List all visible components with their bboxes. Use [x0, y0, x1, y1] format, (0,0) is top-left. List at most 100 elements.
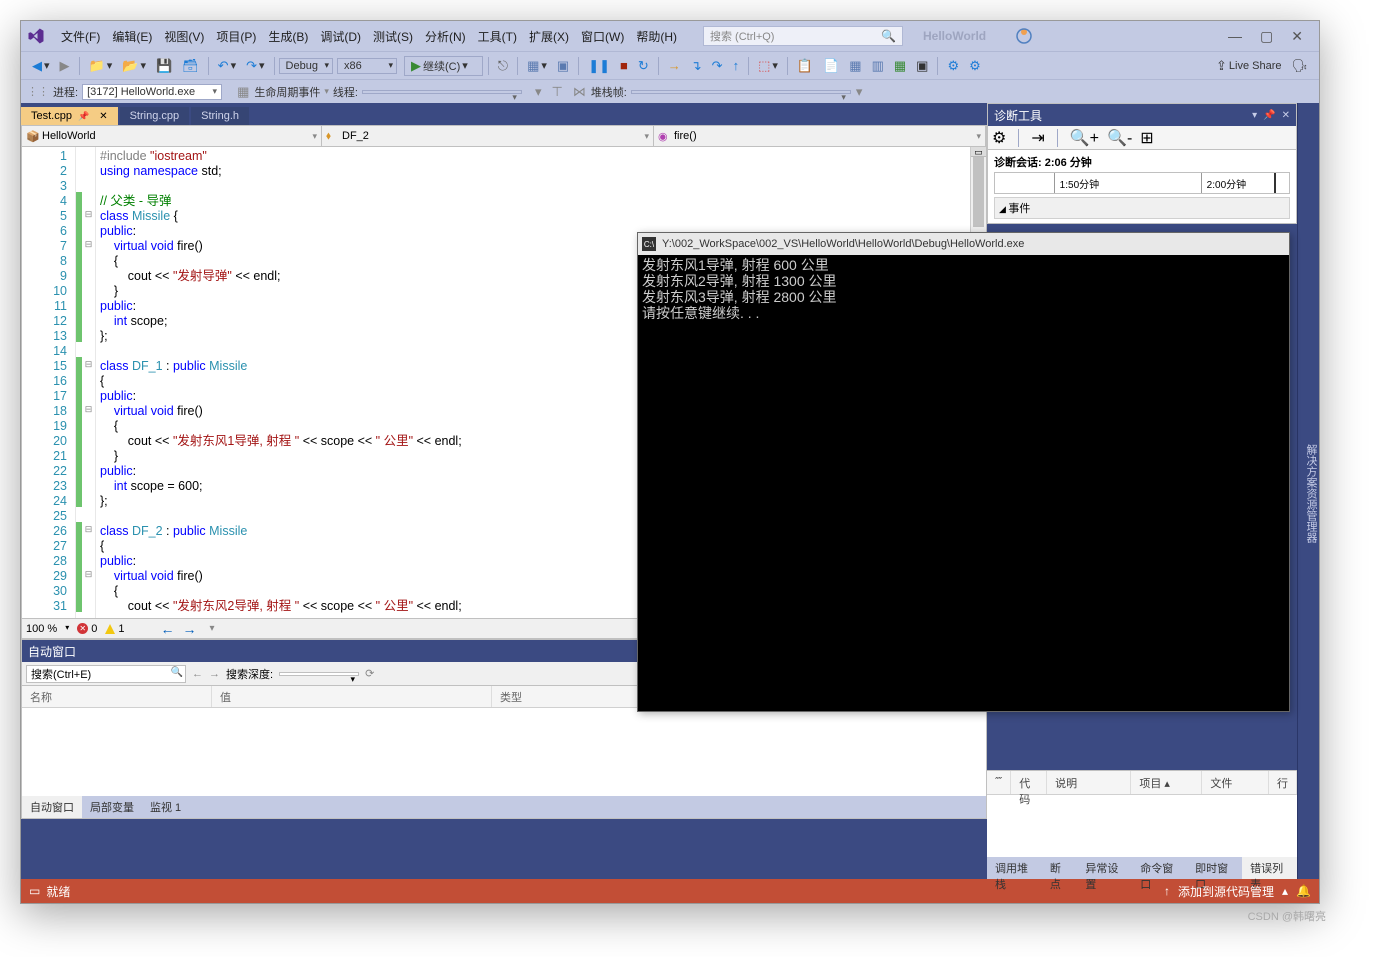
nav-back-button[interactable]: ◀▾	[28, 56, 54, 76]
misc-button-5[interactable]: ▦	[890, 56, 910, 76]
el-col-code[interactable]: 代码	[1011, 771, 1047, 794]
tab-watch1[interactable]: 监视 1	[142, 796, 189, 818]
class-dropdown[interactable]: ⬧DF_2	[322, 126, 654, 146]
source-control-chevron-icon[interactable]: ▴	[1282, 884, 1288, 898]
tab-locals[interactable]: 局部变量	[82, 796, 142, 818]
source-control-button[interactable]: 添加到源代码管理	[1178, 883, 1274, 900]
menu-extensions[interactable]: 扩展(X)	[523, 25, 575, 48]
el-col-proj[interactable]: 项目 ▴	[1131, 771, 1202, 794]
depth-dropdown[interactable]	[279, 672, 359, 676]
undo-button[interactable]: ↶▾	[214, 56, 240, 76]
continue-button[interactable]: ▶继续(C) ▾	[404, 56, 483, 76]
autos-extra-button[interactable]: ⟳	[365, 667, 374, 680]
menu-test[interactable]: 测试(S)	[367, 25, 419, 48]
tab-string-cpp[interactable]: String.cpp	[120, 107, 190, 125]
show-next-stmt-button[interactable]: →	[664, 56, 685, 75]
step-over-button[interactable]: ↷	[708, 56, 727, 76]
feedback-button[interactable]: 🗣	[1287, 56, 1312, 76]
redo-button[interactable]: ↷▾	[242, 56, 268, 76]
tab-immediate[interactable]: 即时窗口	[1187, 857, 1242, 879]
panel-pin-icon[interactable]: 📌	[1263, 110, 1275, 121]
diag-events-header[interactable]: 事件	[994, 197, 1290, 219]
warning-count[interactable]: 1	[105, 623, 124, 635]
error-count[interactable]: ✕0	[77, 623, 97, 635]
menu-tools[interactable]: 工具(T)	[472, 25, 523, 48]
menu-debug[interactable]: 调试(D)	[314, 25, 367, 48]
misc-button-3[interactable]: ▦	[845, 56, 865, 76]
step-into-button[interactable]: ↴	[687, 56, 706, 76]
thread-btn3[interactable]: ⋈	[569, 82, 590, 102]
nav-more-button[interactable]: ▾	[205, 621, 218, 636]
split-icon[interactable]: ▭	[971, 147, 986, 157]
menu-window[interactable]: 窗口(W)	[575, 25, 630, 48]
thread-btn1[interactable]: ▾	[531, 82, 546, 102]
tab-autos[interactable]: 自动窗口	[22, 796, 82, 818]
menu-edit[interactable]: 编辑(E)	[106, 25, 158, 48]
new-project-button[interactable]: 📁▾	[85, 56, 117, 76]
menu-build[interactable]: 生成(B)	[262, 25, 314, 48]
autos-search-input[interactable]: 搜索(Ctrl+E)	[26, 665, 186, 683]
search-nav-prev[interactable]: ←	[192, 668, 203, 680]
misc-button-2[interactable]: 📄	[819, 56, 843, 76]
console-titlebar[interactable]: C:\ Y:\002_WorkSpace\002_VS\HelloWorld\H…	[638, 233, 1289, 255]
nav-prev-button[interactable]: ←	[160, 621, 174, 637]
intellitrace-button[interactable]: ⬚▾	[754, 56, 782, 76]
live-share-button[interactable]: ⇪ Live Share	[1212, 56, 1286, 76]
stop-button[interactable]: ■	[616, 56, 632, 75]
stack-extra-button[interactable]: ▾	[852, 82, 867, 102]
gear-icon[interactable]: ⚙	[992, 128, 1006, 148]
quick-search-input[interactable]: 搜索 (Ctrl+Q) 🔍	[703, 26, 903, 46]
nav-next-button[interactable]: →	[182, 621, 196, 637]
config-dropdown[interactable]: Debug	[279, 58, 333, 74]
pin-icon[interactable]: 📌	[78, 111, 89, 122]
pause-button[interactable]: ❚❚	[584, 56, 614, 76]
zoom-in-icon[interactable]: 🔍+	[1070, 128, 1099, 148]
tab-test-cpp[interactable]: Test.cpp📌✕	[21, 107, 118, 125]
step-button-2[interactable]: ▣	[553, 56, 573, 76]
el-col-file[interactable]: 文件	[1202, 771, 1269, 794]
process-dropdown[interactable]: [3172] HelloWorld.exe	[82, 84, 222, 100]
el-col-line[interactable]: 行	[1269, 771, 1297, 794]
maximize-button[interactable]: ▢	[1260, 28, 1273, 45]
zoom-dropdown[interactable]: 100 %	[26, 623, 69, 635]
fold-margin[interactable]: ⊟⊟⊟⊟⊟⊟	[82, 147, 96, 618]
minimize-button[interactable]: —	[1228, 28, 1242, 45]
tab-command[interactable]: 命令窗口	[1132, 857, 1187, 879]
step-out-button[interactable]: ↑	[729, 56, 744, 75]
account-icon[interactable]	[1016, 28, 1032, 44]
col-name[interactable]: 名称	[22, 686, 212, 707]
diag-timeline[interactable]: 1:50分钟 2:00分钟	[994, 172, 1290, 194]
misc-button-4[interactable]: ▥	[868, 56, 888, 76]
lifecycle-icon[interactable]: ▦	[233, 82, 253, 102]
close-icon[interactable]: ✕	[99, 111, 107, 122]
platform-dropdown[interactable]: x86	[337, 58, 397, 74]
tab-exceptions[interactable]: 异常设置	[1077, 857, 1132, 879]
menu-file[interactable]: 文件(F)	[55, 25, 106, 48]
misc-button-6[interactable]: ▣	[912, 56, 932, 76]
tab-callstack[interactable]: 调用堆栈	[987, 857, 1042, 879]
exit-icon[interactable]: ⇥	[1031, 128, 1044, 148]
nav-forward-button[interactable]: ▶	[56, 56, 74, 76]
menu-analyze[interactable]: 分析(N)	[419, 25, 472, 48]
menu-project[interactable]: 项目(P)	[210, 25, 262, 48]
menu-help[interactable]: 帮助(H)	[630, 25, 683, 48]
scope-dropdown[interactable]: 📦HelloWorld	[22, 126, 322, 146]
stack-dropdown[interactable]	[631, 90, 851, 94]
function-dropdown[interactable]: ◉fire()	[654, 126, 986, 146]
misc-button-7[interactable]: ⚙	[943, 56, 963, 76]
step-button-1[interactable]: ▦▾	[523, 56, 551, 76]
misc-button-8[interactable]: ⚙	[965, 56, 985, 76]
close-button[interactable]: ✕	[1291, 28, 1303, 45]
panel-dropdown-icon[interactable]: ▾	[1252, 110, 1257, 121]
notification-icon[interactable]: 🔔	[1296, 884, 1311, 898]
tab-string-h[interactable]: String.h	[191, 107, 249, 125]
attach-button[interactable]: ⎋	[494, 56, 512, 76]
console-window[interactable]: C:\ Y:\002_WorkSpace\002_VS\HelloWorld\H…	[637, 232, 1290, 712]
save-button[interactable]: 💾	[152, 56, 176, 76]
tab-errorlist[interactable]: 错误列表	[1242, 857, 1297, 879]
misc-button-1[interactable]: 📋	[793, 56, 817, 76]
reset-zoom-icon[interactable]: ⊞	[1140, 128, 1153, 148]
tab-breakpoints[interactable]: 断点	[1042, 857, 1077, 879]
zoom-out-icon[interactable]: 🔍-	[1107, 128, 1132, 148]
search-nav-next[interactable]: →	[209, 668, 220, 680]
